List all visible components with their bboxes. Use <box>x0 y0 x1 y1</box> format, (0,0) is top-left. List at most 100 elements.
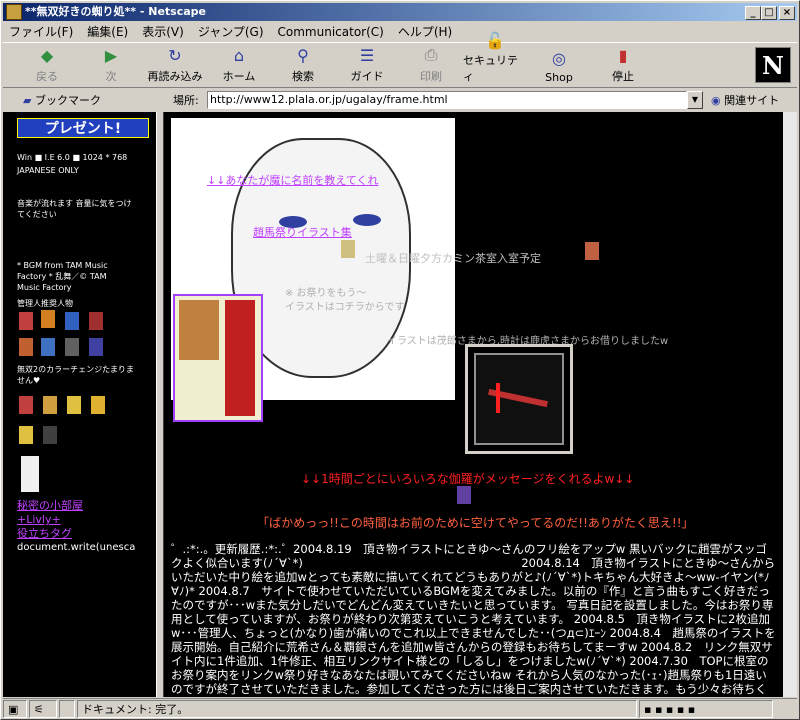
location-label: 場所: <box>173 93 199 107</box>
illustration-eye <box>353 214 381 226</box>
bookmark-icon: ▰ <box>23 93 35 107</box>
secret-room-link[interactable]: 秘密の小部屋 <box>17 500 153 511</box>
character-sprite <box>19 338 33 356</box>
title-bar: **無双好きの蜘り処** - Netscape _ □ × <box>3 3 797 21</box>
connection-icon: ⚟ <box>29 700 57 718</box>
back-arrow-icon: ◆ <box>40 45 54 65</box>
related-sites-button[interactable]: ◉ 関連サイト <box>711 92 779 108</box>
vertical-scrollbar[interactable] <box>783 112 797 697</box>
character-sprite <box>65 338 79 356</box>
toolbar-label: 停止 <box>612 70 634 83</box>
character-sprite <box>19 426 33 444</box>
character-sprite <box>41 310 55 328</box>
character-sprite <box>89 338 103 356</box>
toolbar-shop-button[interactable]: ◎ Shop <box>527 43 591 87</box>
toolbar-label: 印刷 <box>420 70 442 83</box>
menu-communicator[interactable]: Communicator(C) <box>278 25 384 39</box>
navigation-toolbar: ◆ 戻る ▶ 次 ↻ 再読み込み ⌂ ホーム ⚲ 検索 ☰ ガイド ⎙ 印刷 🔓 セキュリティ ◎ Shop ▮ 停止 <box>3 31 797 88</box>
search-icon: ⚲ <box>297 45 309 65</box>
toolbar-label: ガイド <box>350 70 384 83</box>
bookmark-button[interactable]: ▰ ブックマーク <box>23 92 143 108</box>
menu-view[interactable]: 表示(V) <box>142 23 184 40</box>
character-sprite <box>43 396 57 414</box>
music-note: 音楽が流れます 音量に気をつけてください <box>17 199 132 219</box>
guide-icon: ☰ <box>359 45 375 65</box>
language-note: JAPANESE ONLY <box>17 166 79 175</box>
toolbar-label: 検索 <box>292 70 314 83</box>
lock-icon: 🔓 <box>485 31 505 50</box>
toolbar-home-button[interactable]: ⌂ ホーム <box>207 43 271 87</box>
toolbar-back-arrow-button[interactable]: ◆ 戻る <box>15 43 79 87</box>
status-text: ドキュメント: 完了。 <box>77 700 637 718</box>
toolbar-search-button[interactable]: ⚲ 検索 <box>271 43 335 87</box>
toolbar-label: 次 <box>105 70 117 83</box>
character-sprite <box>19 312 33 330</box>
clock-widget <box>465 344 573 454</box>
present-banner[interactable]: プレゼント! <box>17 118 149 138</box>
character-sprite <box>457 486 471 504</box>
menu-bar: ファイル(F) 編集(E) 表示(V) ジャンプ(G) Communicator… <box>3 22 797 41</box>
url-input[interactable]: http://www12.plala.or.jp/ugalay/frame.ht… <box>207 90 687 109</box>
component-icons[interactable]: ▪ ▪ ▪ ▪ ▪ <box>639 700 773 718</box>
maximize-icon[interactable]: □ <box>761 6 777 20</box>
script-text: document.write(unesca <box>17 542 136 553</box>
character-sprite <box>19 396 33 414</box>
app-icon <box>6 4 22 20</box>
menu-file[interactable]: ファイル(F) <box>9 23 73 40</box>
toolbar-stop-button[interactable]: ▮ 停止 <box>591 43 655 87</box>
main-frame: ↓↓あなたが魔に名前を教えてくれ 趙馬祭りイラスト集 土曜＆日曜夕方カミン茶室入… <box>165 112 783 697</box>
character-sprite <box>21 456 39 492</box>
toolbar-forward-arrow-button[interactable]: ▶ 次 <box>79 43 143 87</box>
print-icon: ⎙ <box>424 45 438 64</box>
menu-go[interactable]: ジャンプ(G) <box>198 23 264 40</box>
close-icon[interactable]: × <box>779 6 795 20</box>
left-frame: プレゼント! Win ■ I.E 6.0 ■ 1024 * 768 JAPANE… <box>7 112 155 697</box>
toolbar-lock-button[interactable]: 🔓 セキュリティ <box>463 31 527 87</box>
env-info: Win ■ I.E 6.0 ■ 1024 * 768 <box>17 153 128 162</box>
toolbar-label: セキュリティ <box>463 54 518 83</box>
reload-icon: ↻ <box>168 45 182 65</box>
character-sprite <box>89 312 103 330</box>
menu-edit[interactable]: 編集(E) <box>87 23 128 40</box>
frame-divider[interactable] <box>156 112 164 697</box>
toolbar-reload-button[interactable]: ↻ 再読み込み <box>143 43 207 87</box>
name-link[interactable]: ↓↓あなたが魔に名前を教えてくれ <box>207 172 379 188</box>
shop-icon: ◎ <box>552 48 566 68</box>
minimize-icon[interactable]: _ <box>745 6 761 20</box>
character-sprite <box>65 312 79 330</box>
character-sprite <box>341 240 355 258</box>
toolbar-label: 戻る <box>36 70 58 83</box>
stop-icon: ▮ <box>618 45 628 65</box>
security-icon[interactable]: ▣ <box>3 700 27 718</box>
url-dropdown-icon[interactable]: ▼ <box>687 90 703 109</box>
browser-window: **無双好きの蜘り処** - Netscape _ □ × ファイル(F) 編集… <box>0 0 800 720</box>
netscape-logo: N <box>755 47 791 83</box>
toolbar-label: ホーム <box>222 70 256 83</box>
chat-schedule: 土曜＆日曜夕方カミン茶室入室予定 <box>365 252 541 265</box>
livly-link[interactable]: +Livly+ <box>17 514 153 525</box>
festival-poster[interactable] <box>173 294 263 422</box>
menu-help[interactable]: ヘルプ(H) <box>398 23 452 40</box>
character-sprite <box>43 426 57 444</box>
related-icon: ◉ <box>711 93 725 107</box>
character-sprite <box>91 396 105 414</box>
poster-image <box>225 300 255 416</box>
location-bar: ▰ ブックマーク 場所: http://www12.plala.or.jp/ug… <box>3 89 797 110</box>
toolbar-label: 再読み込み <box>147 70 203 83</box>
update-history: ゜.:*:.。更新履歴.:*:.゜2004.8.19 頂き物イラストにときゆ〜さ… <box>171 542 776 697</box>
status-bar: ▣ ⚟ ドキュメント: 完了。 ▪ ▪ ▪ ▪ ▪ <box>3 698 797 719</box>
clock-message: ↓↓1時間ごとにいろいろな伽羅がメッセージをくれるよw↓↓ <box>301 472 635 486</box>
bgm-credit: * BGM from TAM Music Factory * 乱舞／© TAM … <box>17 261 108 292</box>
clock-hand <box>496 383 500 413</box>
character-sprite <box>585 242 599 260</box>
clock-face <box>474 353 564 445</box>
character-sprite <box>67 396 81 414</box>
useful-tags-link[interactable]: 役立ちタグ <box>17 528 153 539</box>
festival-note: ※ お祭りをもう〜 <box>285 288 367 299</box>
toolbar-guide-button[interactable]: ☰ ガイド <box>335 43 399 87</box>
poster-image <box>179 300 219 360</box>
illust-link[interactable]: 趙馬祭りイラスト集 <box>253 224 352 240</box>
window-title: **無双好きの蜘り処** - Netscape <box>25 5 206 18</box>
home-icon: ⌂ <box>233 45 245 65</box>
toolbar-print-button[interactable]: ⎙ 印刷 <box>399 43 463 87</box>
